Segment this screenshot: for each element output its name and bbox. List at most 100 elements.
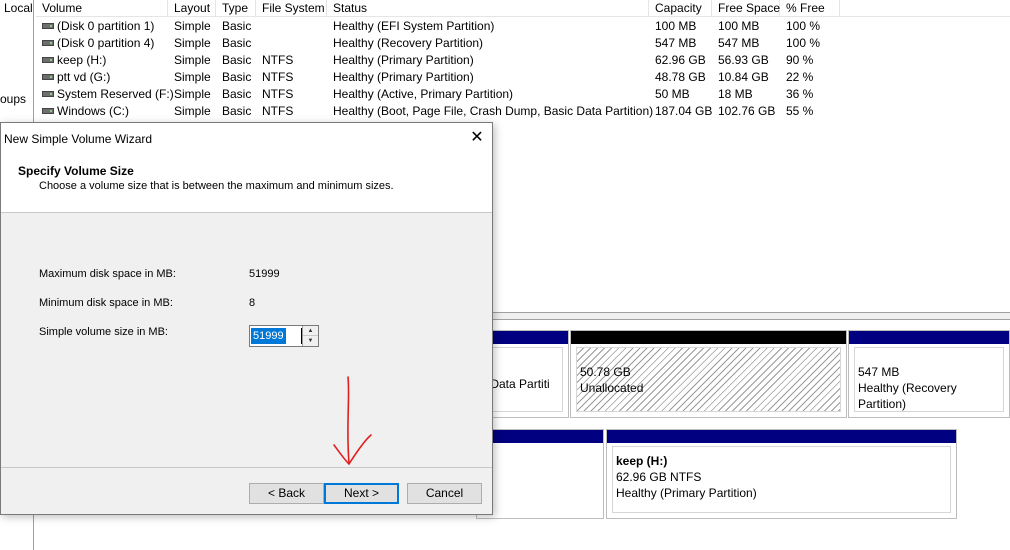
volume-name: Windows (C:) (57, 104, 130, 118)
volume-row[interactable]: (Disk 0 partition 4) Simple Basic Health… (36, 35, 1010, 52)
volume-row[interactable]: ptt vd (G:) Simple Basic NTFS Healthy (P… (36, 69, 1010, 86)
column-header-free-space[interactable]: Free Space (712, 0, 780, 17)
volume-name: (Disk 0 partition 1) (57, 19, 155, 33)
keep-name: keep (H:) (616, 454, 668, 468)
column-header-file-system[interactable]: File System (256, 0, 327, 17)
volume-capacity: 50 MB (655, 87, 690, 101)
volume-free: 102.76 GB (718, 104, 776, 118)
volume-name: (Disk 0 partition 4) (57, 36, 155, 50)
partition-bar (607, 430, 956, 443)
volume-pct-free: 55 % (786, 104, 814, 118)
recovery-status: Healthy (Recovery Partition) (858, 381, 957, 411)
volume-name: keep (H:) (57, 53, 107, 67)
recovery-size: 547 MB (858, 365, 900, 379)
volume-row[interactable]: (Disk 0 partition 1) Simple Basic Health… (36, 18, 1010, 35)
volume-size-stepper[interactable]: 51999 ▲ ▼ (249, 325, 319, 347)
unallocated-label: Unallocated (580, 381, 644, 395)
partition-block-left[interactable] (476, 429, 604, 519)
unallocated-size: 50.78 GB (580, 365, 631, 379)
dialog-title: New Simple Volume Wizard (4, 132, 153, 146)
volume-row[interactable]: keep (H:) Simple Basic NTFS Healthy (Pri… (36, 52, 1010, 69)
column-header-percent-free[interactable]: % Free (780, 0, 840, 17)
volume-layout: Simple (174, 87, 211, 101)
column-header-capacity[interactable]: Capacity (649, 0, 712, 17)
volume-type: Basic (222, 36, 252, 50)
cancel-button[interactable]: Cancel (407, 483, 482, 504)
close-icon[interactable]: ✕ (462, 123, 492, 153)
unallocated-bar (571, 331, 846, 344)
partition-block-recovery[interactable]: 547 MB Healthy (Recovery Partition) (848, 330, 1010, 418)
volume-free: 18 MB (718, 87, 753, 101)
wizard-header: Specify Volume Size Choose a volume size… (1, 153, 492, 213)
drive-icon (42, 40, 54, 46)
partition-inner: keep (H:) 62.96 GB NTFS Healthy (Primary… (612, 446, 951, 513)
volume-pct-free: 100 % (786, 19, 821, 33)
volume-size-label: Simple volume size in MB: (39, 326, 168, 338)
volume-layout: Simple (174, 53, 211, 67)
volume-free: 10.84 GB (718, 70, 769, 84)
volume-status: Healthy (Boot, Page File, Crash Dump, Ba… (333, 104, 654, 118)
volume-pct-free: 100 % (786, 36, 821, 50)
column-header-layout[interactable]: Layout (168, 0, 216, 17)
wizard-subheading: Choose a volume size that is between the… (39, 180, 394, 192)
volume-capacity: 547 MB (655, 36, 697, 50)
tree-label-local[interactable]: Local (4, 1, 33, 15)
max-space-value: 51999 (249, 268, 280, 280)
drive-icon (42, 57, 54, 63)
volume-type: Basic (222, 19, 252, 33)
stepper-buttons: ▲ ▼ (302, 326, 318, 346)
drive-icon (42, 91, 54, 97)
volume-layout: Simple (174, 36, 211, 50)
volume-pct-free: 22 % (786, 70, 814, 84)
wizard-heading: Specify Volume Size (18, 164, 134, 178)
partition-block-keep[interactable]: keep (H:) 62.96 GB NTFS Healthy (Primary… (606, 429, 957, 519)
spin-down-icon[interactable]: ▼ (303, 336, 318, 346)
volume-capacity: 62.96 GB (655, 53, 706, 67)
volume-status: Healthy (Recovery Partition) (333, 36, 484, 50)
new-simple-volume-wizard: New Simple Volume Wizard ✕ Specify Volum… (0, 122, 493, 515)
volume-fs: NTFS (262, 53, 294, 67)
volume-pct-free: 36 % (786, 87, 814, 101)
partition-inner: 547 MB Healthy (Recovery Partition) (854, 347, 1004, 412)
drive-icon (42, 74, 54, 80)
column-header-type[interactable]: Type (216, 0, 256, 17)
volume-type: Basic (222, 104, 252, 118)
max-space-label: Maximum disk space in MB: (39, 268, 176, 280)
volume-status: Healthy (Active, Primary Partition) (333, 87, 514, 101)
volume-free: 547 MB (718, 36, 760, 50)
partition-block-unallocated[interactable]: 50.78 GB Unallocated (570, 330, 847, 418)
volume-list-header: Volume Layout Type File System Status Ca… (36, 0, 1010, 17)
volume-type: Basic (222, 53, 252, 67)
volume-capacity: 187.04 GB (655, 104, 713, 118)
volume-row[interactable]: System Reserved (F:) Simple Basic NTFS H… (36, 86, 1010, 103)
volume-status: Healthy (Primary Partition) (333, 53, 474, 67)
column-header-volume[interactable]: Volume (36, 0, 168, 17)
volume-layout: Simple (174, 104, 211, 118)
volume-name: ptt vd (G:) (57, 70, 111, 84)
volume-layout: Simple (174, 19, 211, 33)
volume-pct-free: 90 % (786, 53, 814, 67)
unallocated-hatch: 50.78 GB Unallocated (576, 347, 841, 412)
button-separator (1, 467, 492, 468)
back-button[interactable]: < Back (249, 483, 324, 504)
volume-size-input[interactable]: 51999 (251, 328, 286, 344)
min-space-label: Minimum disk space in MB: (39, 297, 173, 309)
volume-capacity: 48.78 GB (655, 70, 706, 84)
volume-free: 56.93 GB (718, 53, 769, 67)
dialog-title-bar[interactable]: New Simple Volume Wizard ✕ (1, 123, 492, 153)
volume-fs: NTFS (262, 70, 294, 84)
drive-icon (42, 108, 54, 114)
spin-up-icon[interactable]: ▲ (303, 326, 318, 336)
volume-row[interactable]: Windows (C:) Simple Basic NTFS Healthy (… (36, 103, 1010, 120)
volume-type: Basic (222, 70, 252, 84)
keep-status: Healthy (Primary Partition) (616, 486, 757, 500)
volume-type: Basic (222, 87, 252, 101)
next-button[interactable]: Next > (324, 483, 399, 504)
drive-icon (42, 23, 54, 29)
column-header-status[interactable]: Status (327, 0, 649, 17)
tree-label-groups[interactable]: roups (0, 92, 26, 106)
volume-status: Healthy (Primary Partition) (333, 70, 474, 84)
volume-capacity: 100 MB (655, 19, 697, 33)
partition-bar (477, 430, 603, 443)
volume-fs: NTFS (262, 87, 294, 101)
